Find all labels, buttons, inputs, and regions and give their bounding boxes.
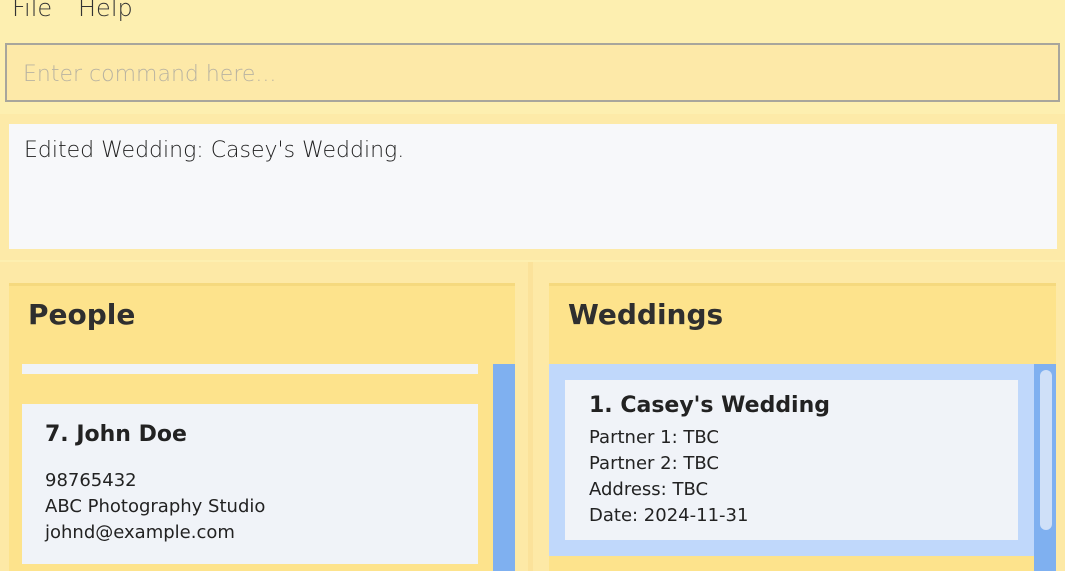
people-title: People [28, 298, 136, 331]
result-message: Edited Wedding: Casey's Wedding. [24, 138, 405, 163]
weddings-scroll-thumb[interactable] [1040, 370, 1052, 530]
weddings-list: 1. Casey's Wedding Partner 1: TBC Partne… [549, 364, 1056, 571]
person-address: ABC Photography Studio [45, 496, 266, 517]
person-phone: 98765432 [45, 470, 137, 491]
command-box [5, 43, 1060, 102]
menu-help[interactable]: Help [78, 0, 133, 22]
people-header: People [9, 283, 515, 364]
person-card-partial[interactable] [22, 364, 478, 374]
command-input[interactable] [23, 59, 1023, 89]
people-panel: People 7. John Doe 98765432 ABC Photogra… [9, 283, 515, 571]
wedding-address: Address: TBC [589, 479, 709, 500]
weddings-title: Weddings [568, 298, 724, 331]
people-scrollbar[interactable] [493, 364, 515, 571]
weddings-scrollbar[interactable] [1034, 364, 1056, 571]
result-display: Edited Wedding: Casey's Wedding. [9, 124, 1057, 249]
split-divider[interactable] [528, 262, 533, 571]
wedding-name: 1. Casey's Wedding [589, 393, 831, 418]
menu-file[interactable]: File [12, 0, 52, 22]
person-card[interactable]: 7. John Doe 98765432 ABC Photography Stu… [22, 404, 478, 564]
wedding-partner1: Partner 1: TBC [589, 427, 719, 448]
menu-bar: File Help [0, 0, 1065, 36]
wedding-date: Date: 2024-11-31 [589, 505, 749, 526]
weddings-header: Weddings [549, 283, 1056, 364]
wedding-row-selected[interactable]: 1. Casey's Wedding Partner 1: TBC Partne… [549, 364, 1034, 556]
people-list: 7. John Doe 98765432 ABC Photography Stu… [9, 364, 515, 571]
wedding-partner2: Partner 2: TBC [589, 453, 719, 474]
result-panel: Edited Wedding: Casey's Wedding. [0, 114, 1065, 260]
weddings-panel: Weddings 1. Casey's Wedding Partner 1: T… [549, 283, 1056, 571]
person-email: johnd@example.com [45, 522, 235, 543]
wedding-card[interactable]: 1. Casey's Wedding Partner 1: TBC Partne… [565, 380, 1018, 540]
person-name: 7. John Doe [45, 422, 187, 447]
